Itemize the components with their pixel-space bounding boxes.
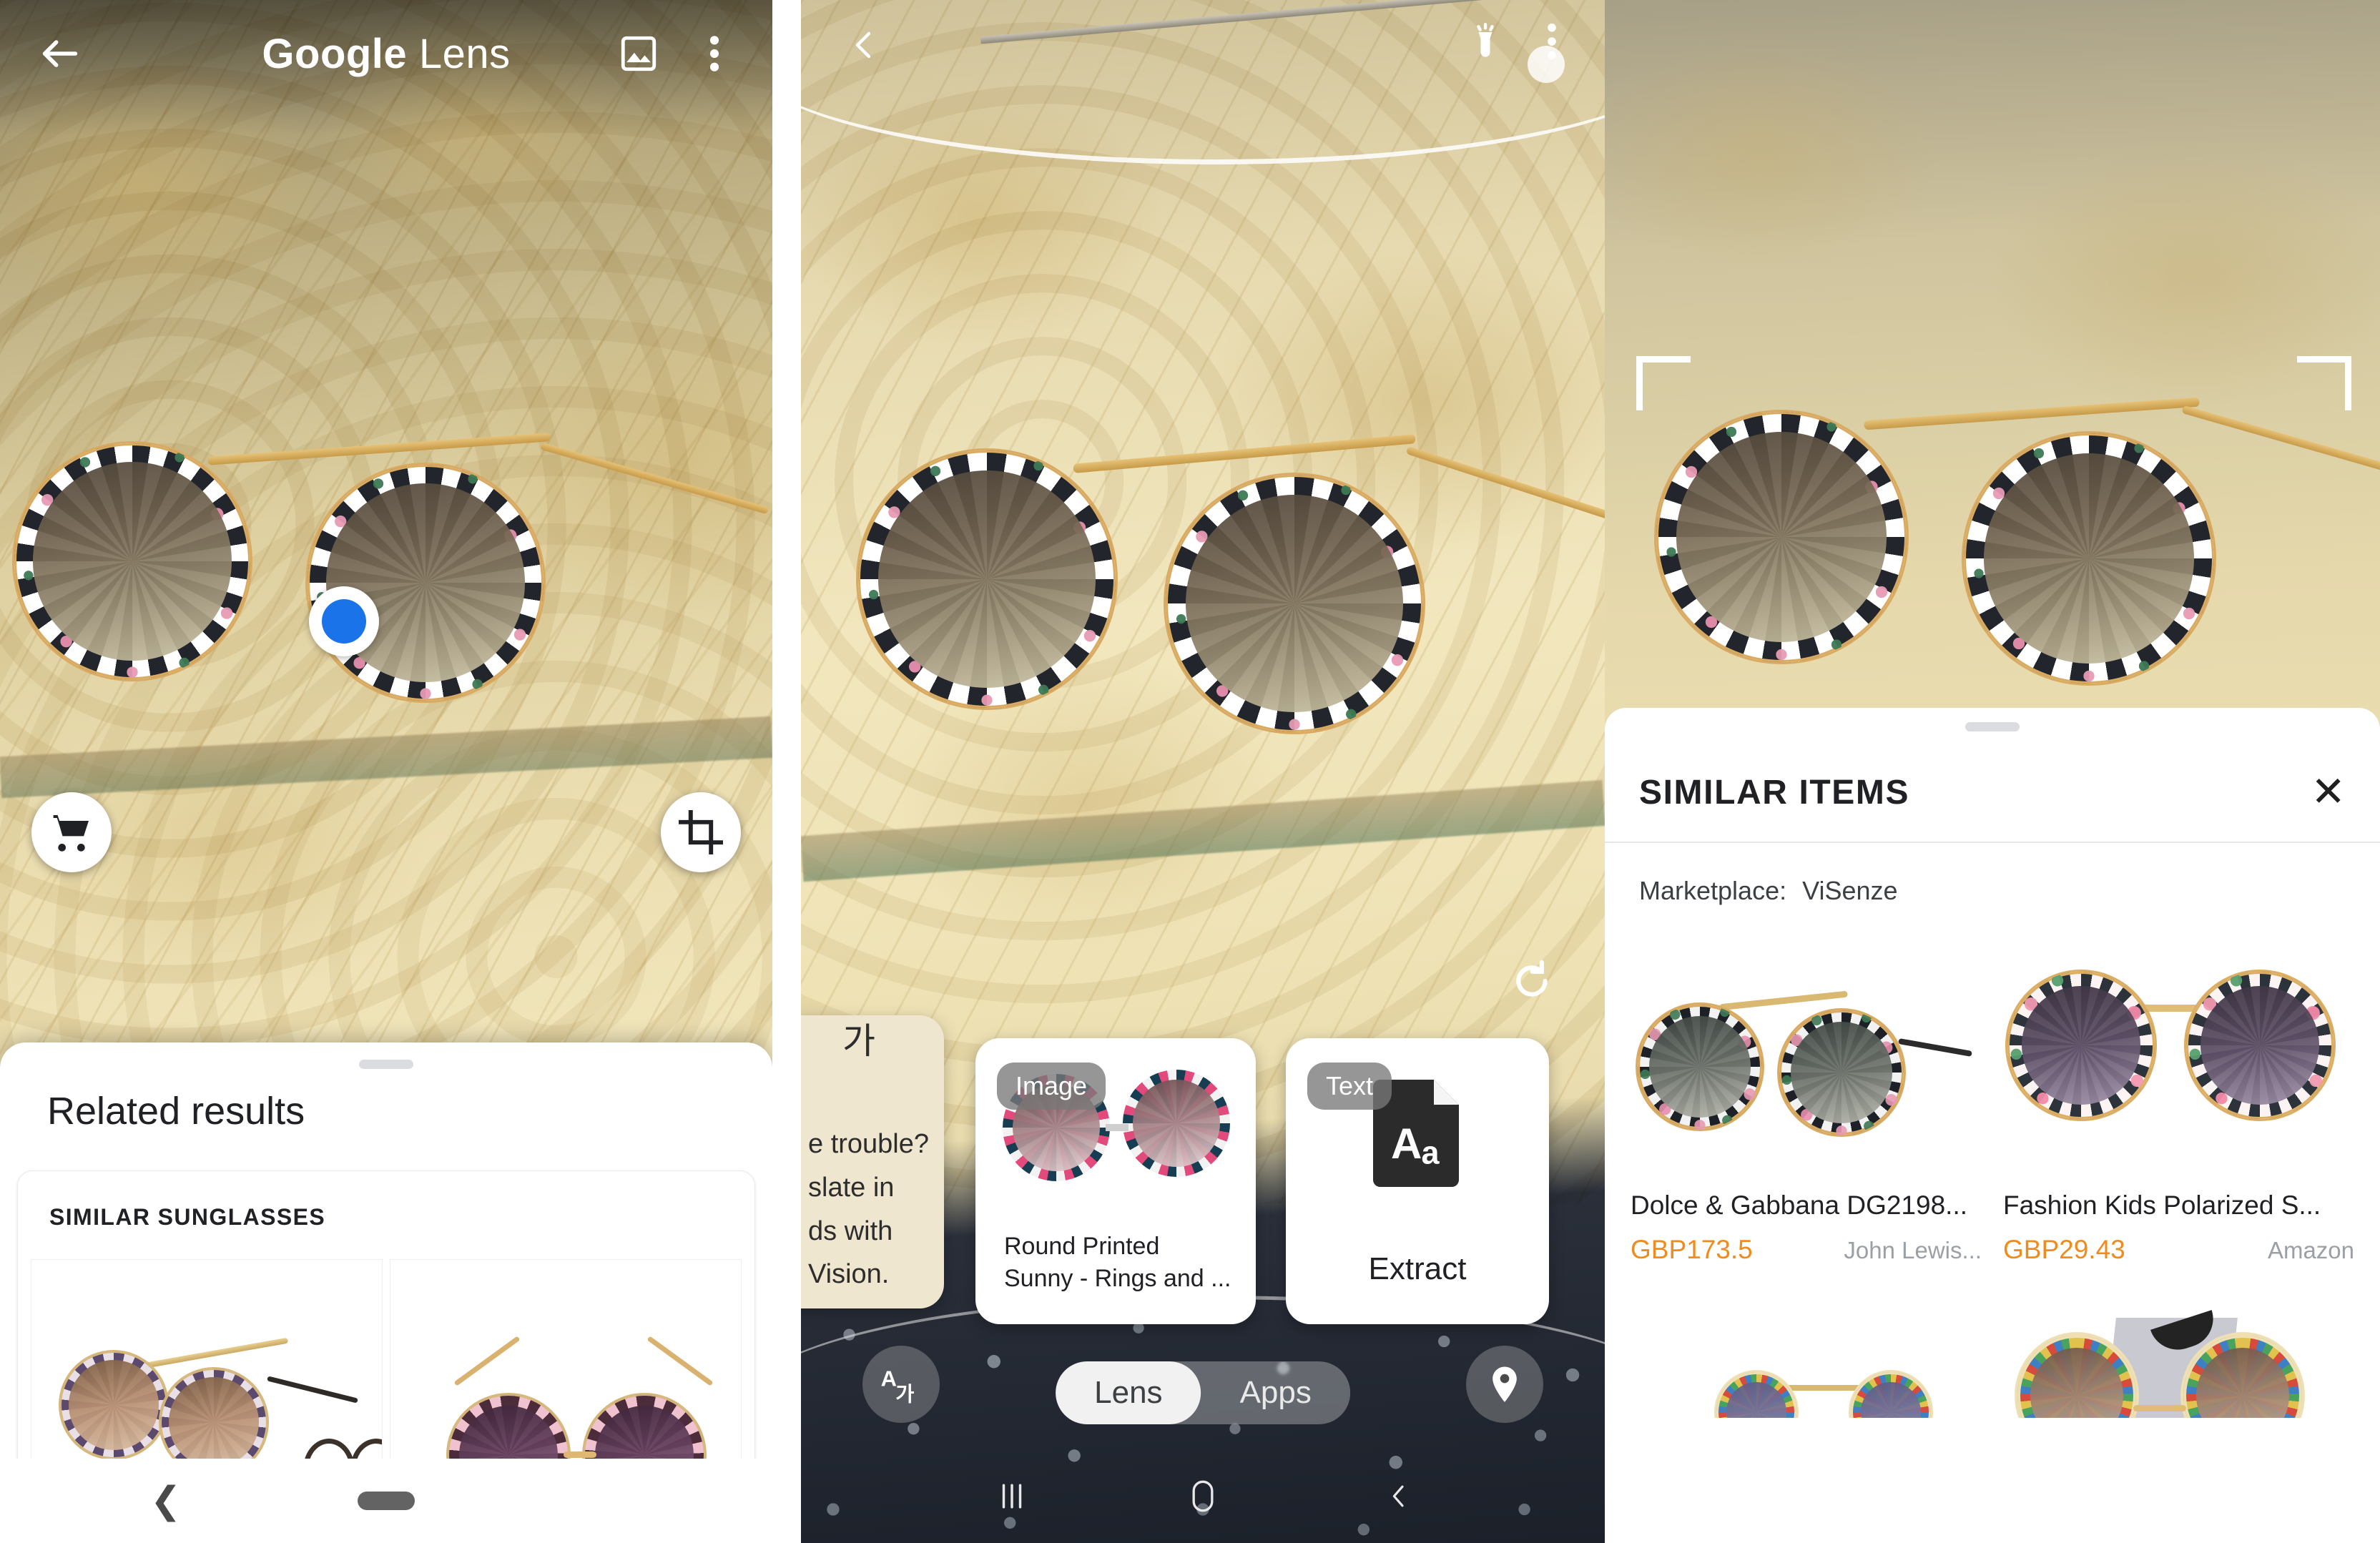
translate-suggestion-card[interactable]: 가 e trouble? slate in ds with Vision. — [801, 1015, 944, 1308]
image-result-card[interactable]: Image Round Printed Sunny - Rings and ..… — [975, 1038, 1256, 1324]
text-extract-card[interactable]: Text A a Extract — [1286, 1038, 1549, 1324]
back-chevron-icon[interactable] — [1385, 1477, 1413, 1520]
location-pin-icon[interactable] — [1466, 1346, 1543, 1423]
crop-corner-tl-v — [1636, 356, 1643, 410]
product-image — [2003, 1289, 2354, 1418]
card-label: SIMILAR SUNGLASSES — [49, 1204, 326, 1230]
recents-icon[interactable] — [995, 1479, 1028, 1518]
caption-line-1: Round Printed — [1004, 1232, 1160, 1260]
drag-handle[interactable] — [359, 1060, 413, 1069]
three-dot-menu-icon[interactable] — [689, 29, 739, 79]
lens-apps-mode-switch[interactable]: Lens Apps — [1056, 1361, 1350, 1424]
thumbnail-row: proudly hosted on photobucket — [18, 1231, 754, 1495]
product-title: Dolce & Gabbana DG2198... — [1631, 1190, 1968, 1220]
home-pill[interactable] — [358, 1492, 415, 1510]
product-price: GBP29.43 — [2003, 1235, 2125, 1264]
list-item[interactable] — [2003, 1289, 2354, 1418]
product-seller: Amazon — [2267, 1237, 2354, 1263]
svg-text:A: A — [1391, 1120, 1422, 1168]
lens-top-bar: Google Lens — [0, 0, 772, 107]
marketplace-label: Marketplace: — [1639, 876, 1787, 905]
flashlight-icon[interactable] — [1459, 14, 1512, 69]
caption-line-2: Sunny - Rings and ... — [1004, 1265, 1231, 1293]
crop-icon[interactable] — [661, 792, 741, 872]
title-lens: Lens — [418, 30, 511, 77]
image-gallery-icon[interactable] — [612, 27, 665, 80]
sunglasses-subject — [1649, 372, 2380, 684]
product-title: Fashion Kids Polarized S... — [2003, 1190, 2321, 1220]
product-image — [1631, 932, 1982, 1175]
similar-items-sheet: SIMILAR ITEMS ✕ Marketplace: ViSenze Dol… — [1605, 708, 2380, 1543]
close-x-icon[interactable]: ✕ — [2311, 772, 2346, 813]
focus-dot-inner — [322, 599, 366, 644]
marketplace-row: Marketplace: ViSenze — [1605, 843, 2380, 906]
translate-A-icon[interactable]: A 가 — [862, 1346, 940, 1423]
home-icon[interactable] — [1187, 1477, 1219, 1520]
sunglasses-subject — [844, 400, 1605, 736]
panel-lens-camera: 가 e trouble? slate in ds with Vision. Im… — [801, 0, 1605, 1543]
samsung-navigation-bar — [801, 1453, 1605, 1543]
refresh-icon[interactable] — [1502, 951, 1562, 1011]
sheet-header: SIMILAR ITEMS ✕ — [1605, 731, 2380, 842]
panel-lens-results: Google Lens Related results SIMILAR SUNG… — [0, 0, 772, 1543]
marketplace-value: ViSenze — [1802, 876, 1898, 905]
text-chip-label: Text — [1307, 1063, 1392, 1110]
list-item[interactable] — [1631, 1289, 1982, 1418]
similar-sunglasses-card[interactable]: SIMILAR SUNGLASSES — [17, 1170, 755, 1496]
tab-apps[interactable]: Apps — [1201, 1361, 1350, 1424]
panel-similar-items: SIMILAR ITEMS ✕ Marketplace: ViSenze Dol… — [1605, 0, 2380, 1543]
translate-line-3: ds with — [808, 1216, 893, 1246]
back-chevron-icon[interactable]: ❮ — [150, 1479, 182, 1522]
arrow-left-icon[interactable] — [33, 26, 87, 81]
list-item[interactable]: Fashion Kids Polarized S... GBP29.43 Ama… — [2003, 932, 2354, 1265]
drag-handle[interactable] — [1965, 722, 2020, 731]
tab-lens[interactable]: Lens — [1056, 1361, 1201, 1424]
product-meta: GBP29.43 Amazon — [2003, 1235, 2354, 1265]
product-image — [1631, 1289, 1982, 1418]
title-google: Google — [262, 30, 408, 77]
sheet-title: SIMILAR ITEMS — [1639, 773, 1910, 812]
image-chip-label: Image — [997, 1063, 1106, 1110]
product-grid-row-2 — [1605, 1265, 2380, 1418]
translate-line-1: e trouble? — [808, 1129, 930, 1159]
product-price: GBP173.5 — [1631, 1235, 1753, 1264]
product-grid: Dolce & Gabbana DG2198... GBP173.5 John … — [1605, 906, 2380, 1265]
product-seller: John Lewis... — [1844, 1237, 1982, 1263]
svg-text:a: a — [1422, 1135, 1440, 1171]
sheet-title: Related results — [47, 1090, 305, 1133]
android-navigation-bar: ❮ — [0, 1459, 772, 1543]
blue-focus-dot[interactable] — [309, 586, 379, 656]
panel-divider — [772, 0, 801, 1543]
list-item[interactable]: Dolce & Gabbana DG2198... GBP173.5 John … — [1631, 932, 1982, 1265]
product-meta: GBP173.5 John Lewis... — [1631, 1235, 1982, 1265]
back-chevron-icon[interactable] — [837, 19, 890, 72]
screenshot-stage: Google Lens Related results SIMILAR SUNG… — [0, 0, 2380, 1543]
image-card-caption: Round Printed Sunny - Rings and ... — [1004, 1231, 1239, 1296]
shopping-cart-icon[interactable] — [31, 792, 112, 872]
korean-glyph: 가 — [842, 1021, 875, 1061]
lens-status-dot — [1528, 46, 1565, 83]
page-title: Google Lens — [262, 30, 510, 78]
sunglasses-subject — [0, 400, 772, 701]
translate-line-2: slate in — [808, 1172, 895, 1203]
crop-corner-tr-h — [2297, 356, 2351, 363]
translate-line-4: Vision. — [808, 1259, 890, 1290]
product-image — [2003, 932, 2354, 1175]
crop-corner-tl-h — [1636, 356, 1691, 363]
extract-label: Extract — [1368, 1251, 1467, 1286]
svg-text:가: 가 — [895, 1383, 914, 1406]
svg-text:A: A — [881, 1366, 897, 1391]
